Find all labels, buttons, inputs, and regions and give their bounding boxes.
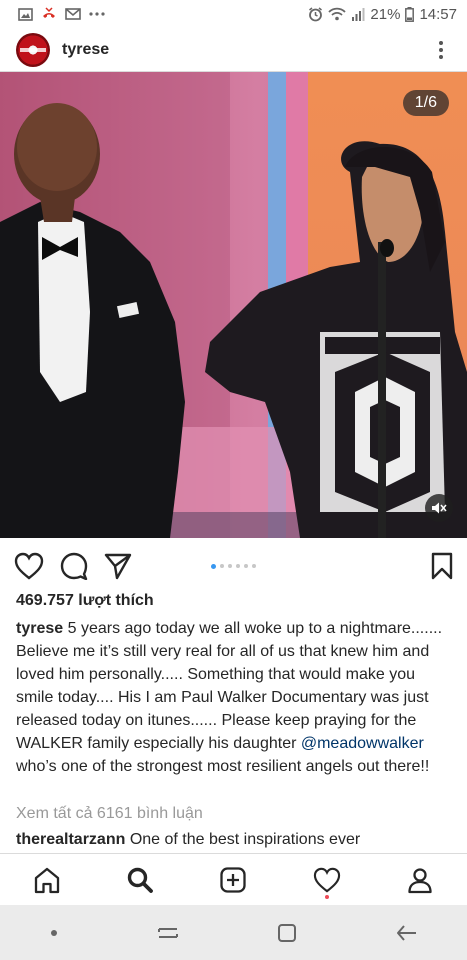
home-icon [34, 867, 59, 893]
wifi-icon [328, 7, 347, 21]
likes-count[interactable]: 469.757 lượt thích [16, 592, 154, 610]
battery-icon [405, 6, 415, 22]
activity-icon [313, 867, 340, 892]
carousel-indicator [211, 564, 256, 569]
back-icon[interactable] [396, 924, 418, 942]
caption-mention-link[interactable]: @meadowwalker [301, 735, 424, 752]
mail-icon [65, 8, 81, 20]
bottom-navigation [0, 853, 467, 905]
missed-call-icon [43, 7, 55, 18]
share-direct-icon[interactable] [104, 552, 132, 580]
mute-toggle[interactable] [425, 494, 453, 522]
comment-username[interactable]: therealtarzann [16, 831, 125, 848]
gallery-icon [18, 7, 33, 21]
more-options-icon[interactable] [431, 38, 451, 62]
comment-text: One of the best inspirations ever [125, 831, 361, 848]
signal-icon [352, 7, 365, 21]
new-post-icon [220, 866, 247, 893]
android-nav-bar [0, 905, 467, 960]
carousel-dot-2 [220, 564, 224, 568]
more-notifications-icon [89, 12, 105, 16]
view-all-comments-link[interactable]: Xem tất cả 6161 bình luận [16, 805, 203, 823]
bookmark-icon[interactable] [431, 552, 453, 580]
post-username[interactable]: tyrese [62, 41, 109, 59]
alarm-icon [309, 6, 323, 21]
caption-username[interactable]: tyrese [16, 620, 63, 637]
nav-search[interactable] [120, 860, 160, 900]
carousel-dot-1 [211, 564, 216, 569]
status-bar: 21% 14:57 [0, 0, 467, 28]
recent-apps-icon[interactable] [157, 923, 179, 943]
caption-text-after: who’s one of the strongest most resilien… [16, 758, 430, 775]
like-heart-icon[interactable] [14, 552, 44, 580]
post-media[interactable]: 1/6 [0, 72, 467, 538]
nav-activity[interactable] [307, 860, 347, 900]
post-actions [0, 540, 467, 592]
clock: 14:57 [419, 5, 457, 23]
media-counter: 1/6 [402, 90, 449, 116]
avatar[interactable] [16, 32, 50, 67]
notification-dot [324, 894, 329, 899]
speaker-muted-icon [432, 502, 447, 514]
carousel-dot-3 [228, 564, 232, 568]
nav-home[interactable] [27, 860, 67, 900]
nav-profile[interactable] [400, 860, 440, 900]
profile-icon [408, 867, 432, 893]
comment-row: therealtarzann One of the best inspirati… [16, 831, 360, 849]
post-caption: tyrese 5 years ago today we all woke up … [16, 617, 456, 778]
home-square-icon[interactable] [276, 922, 298, 944]
carousel-dot-5 [244, 564, 248, 568]
nav-new-post[interactable] [213, 860, 253, 900]
post-header: tyrese [0, 28, 467, 72]
carousel-dot-6 [252, 564, 256, 568]
dot-icon[interactable] [49, 928, 59, 938]
comment-icon[interactable] [60, 552, 88, 580]
search-icon [127, 867, 153, 893]
battery-percent: 21% [370, 5, 401, 23]
carousel-dot-4 [236, 564, 240, 568]
video-frame [0, 72, 467, 538]
caption-text-before: 5 years ago today we all woke up to a ni… [16, 620, 443, 752]
